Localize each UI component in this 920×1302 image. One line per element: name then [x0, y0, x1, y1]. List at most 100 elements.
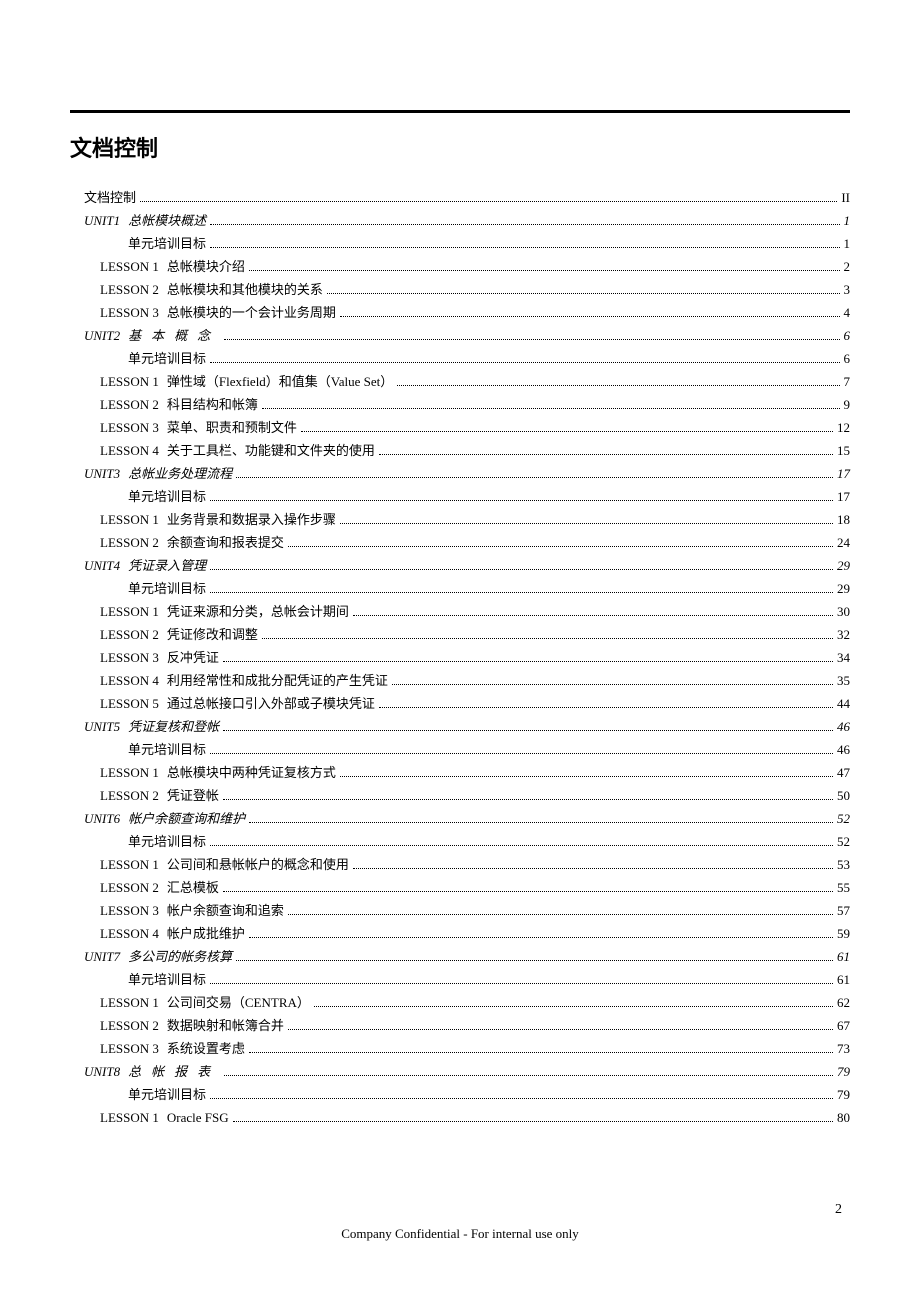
toc-entry-text: 文档控制 [84, 191, 136, 204]
toc-entry-label: LESSON 3 [100, 421, 159, 434]
toc-entry: LESSON 4关于工具栏、功能键和文件夹的使用15 [70, 444, 850, 458]
toc-entry-text: 总帐模块中两种凭证复核方式 [159, 766, 336, 779]
toc-leader-dots [223, 799, 833, 800]
document-page: 文档控制 文档控制IIUNIT1总帐模块概述1单元培训目标1LESSON 1总帐… [0, 0, 920, 1194]
toc-entry-page: 47 [837, 766, 850, 779]
toc-entry-page: 29 [837, 582, 850, 595]
toc-entry-page: 55 [837, 881, 850, 894]
page-title: 文档控制 [70, 131, 850, 163]
toc-entry-page: 50 [837, 789, 850, 802]
toc-entry-page: 59 [837, 927, 850, 940]
toc-entry-page: 6 [844, 352, 851, 365]
toc-entry-label: LESSON 1 [100, 766, 159, 779]
toc-entry-text: 单元培训目标 [128, 352, 206, 365]
toc-entry-text: 汇总模板 [159, 881, 219, 894]
toc-entry: UNIT3总帐业务处理流程17 [70, 467, 850, 481]
toc-entry: LESSON 2汇总模板 55 [70, 881, 850, 895]
toc-entry-page: 46 [837, 720, 850, 733]
horizontal-rule [70, 110, 850, 113]
toc-entry: LESSON 4利用经常性和成批分配凭证的产生凭证35 [70, 674, 850, 688]
toc-entry-label: LESSON 1 [100, 996, 159, 1009]
toc-leader-dots [224, 1075, 833, 1076]
toc-entry-label: LESSON 2 [100, 881, 159, 894]
toc-leader-dots [249, 937, 833, 938]
toc-leader-dots [210, 845, 833, 846]
toc-entry-text: 帐户余额查询和追索 [159, 904, 284, 917]
toc-entry: LESSON 3帐户余额查询和追索57 [70, 904, 850, 918]
toc-entry: UNIT6帐户余额查询和维护52 [70, 812, 850, 826]
toc-entry: LESSON 2凭证登帐50 [70, 789, 850, 803]
toc-entry: UNIT7多公司的帐务核算61 [70, 950, 850, 964]
toc-leader-dots [340, 316, 840, 317]
toc-entry: LESSON 2凭证修改和调整32 [70, 628, 850, 642]
toc-entry-page: 46 [837, 743, 850, 756]
toc-leader-dots [288, 546, 833, 547]
toc-entry-label: UNIT5 [84, 720, 120, 733]
toc-entry: LESSON 3系统设置考虑73 [70, 1042, 850, 1056]
toc-leader-dots [210, 983, 833, 984]
toc-leader-dots [397, 385, 839, 386]
toc-entry-page: 29 [837, 559, 850, 572]
toc-entry-text: 凭证复核和登帐 [120, 720, 219, 733]
toc-entry-page: 7 [844, 375, 851, 388]
toc-entry-text: 总帐模块的一个会计业务周期 [159, 306, 336, 319]
toc-entry-label: LESSON 3 [100, 904, 159, 917]
toc-entry-text: Oracle FSG [159, 1111, 229, 1124]
toc-entry-label: LESSON 2 [100, 536, 159, 549]
toc-entry-label: LESSON 5 [100, 697, 159, 710]
toc-entry-label: UNIT8 [84, 1065, 120, 1078]
toc-entry-text: 单元培训目标 [128, 973, 206, 986]
toc-entry: LESSON 1弹性域（Flexfield）和值集（Value Set）7 [70, 375, 850, 389]
toc-entry-page: 18 [837, 513, 850, 526]
toc-entry-text: 菜单、职责和预制文件 [159, 421, 297, 434]
toc-leader-dots [288, 914, 833, 915]
toc-entry-text: 关于工具栏、功能键和文件夹的使用 [159, 444, 375, 457]
toc-entry: 单元培训目标46 [70, 743, 850, 757]
toc-entry-label: UNIT1 [84, 214, 120, 227]
toc-entry-text: 余额查询和报表提交 [159, 536, 284, 549]
toc-entry-label: LESSON 2 [100, 283, 159, 296]
toc-entry-text: 利用经常性和成批分配凭证的产生凭证 [159, 674, 388, 687]
toc-entry: LESSON 1凭证来源和分类，总帐会计期间30 [70, 605, 850, 619]
toc-leader-dots [327, 293, 840, 294]
toc-leader-dots [392, 684, 833, 685]
toc-entry-page: 17 [837, 490, 850, 503]
toc-entry-text: 数据映射和帐簿合并 [159, 1019, 284, 1032]
toc-entry-page: 53 [837, 858, 850, 871]
toc-entry-page: 32 [837, 628, 850, 641]
toc-entry-label: LESSON 2 [100, 1019, 159, 1032]
toc-leader-dots [262, 408, 840, 409]
toc-entry: 文档控制II [70, 191, 850, 205]
toc-entry: 单元培训目标 29 [70, 582, 850, 596]
toc-entry-text: 帐户成批维护 [159, 927, 245, 940]
toc-entry-text: 单元培训目标 [128, 582, 206, 595]
toc-entry: UNIT1总帐模块概述1 [70, 214, 850, 228]
toc-entry-page: 3 [844, 283, 851, 296]
toc-entry-page: 12 [837, 421, 850, 434]
toc-leader-dots [236, 477, 833, 478]
toc-leader-dots [223, 891, 833, 892]
toc-entry: LESSON 1总帐模块介绍2 [70, 260, 850, 274]
toc-entry: LESSON 3反冲凭证34 [70, 651, 850, 665]
toc-entry-text: 单元培训目标 [128, 1088, 206, 1101]
toc-entry-text: 基本概念 [120, 329, 220, 342]
toc-entry-page: 17 [837, 467, 850, 480]
toc-entry: UNIT5凭证复核和登帐 46 [70, 720, 850, 734]
toc-entry-text: 总帐报表 [120, 1065, 220, 1078]
toc-leader-dots [353, 868, 833, 869]
toc-entry: LESSON 1Oracle FSG80 [70, 1111, 850, 1125]
toc-entry-text: 单元培训目标 [128, 835, 206, 848]
toc-entry-page: 9 [844, 398, 851, 411]
toc-entry-label: LESSON 2 [100, 789, 159, 802]
toc-entry-label: UNIT6 [84, 812, 120, 825]
table-of-contents: 文档控制IIUNIT1总帐模块概述1单元培训目标1LESSON 1总帐模块介绍2… [70, 191, 850, 1125]
toc-entry: UNIT2基本概念6 [70, 329, 850, 343]
toc-entry-label: LESSON 3 [100, 1042, 159, 1055]
toc-entry-text: 总帐模块概述 [120, 214, 206, 227]
toc-entry-text: 总帐模块和其他模块的关系 [159, 283, 323, 296]
toc-entry-page: 34 [837, 651, 850, 664]
toc-leader-dots [301, 431, 833, 432]
toc-entry-text: 通过总帐接口引入外部或子模块凭证 [159, 697, 375, 710]
toc-entry-label: LESSON 1 [100, 375, 159, 388]
toc-entry: 单元培训目标 6 [70, 352, 850, 366]
